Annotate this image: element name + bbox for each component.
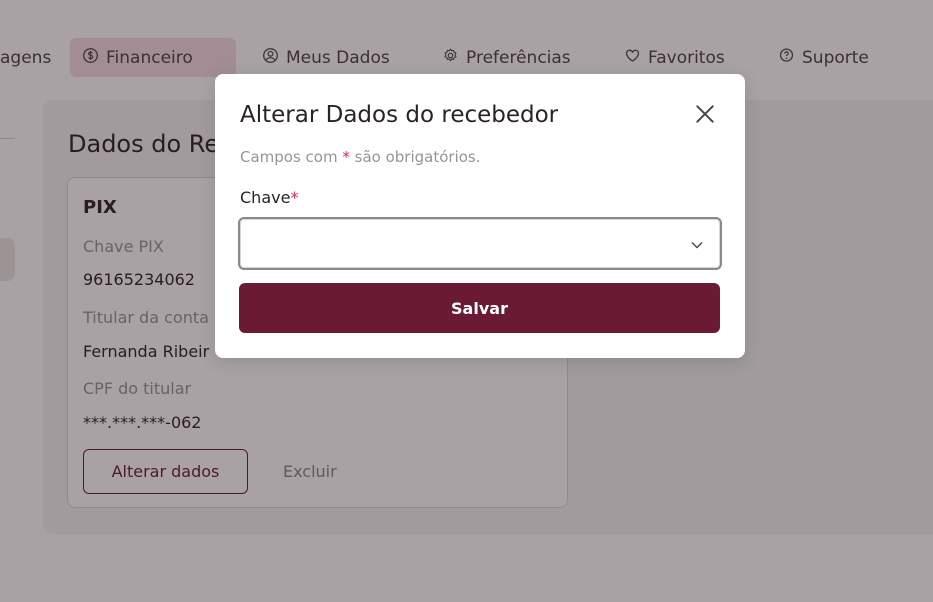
required-fields-note: Campos com * são obrigatórios.: [240, 148, 481, 166]
chevron-down-icon: [690, 237, 704, 251]
close-icon[interactable]: [691, 100, 719, 128]
required-asterisk: *: [290, 188, 299, 207]
note-prefix: Campos com: [240, 148, 343, 166]
edit-recipient-modal: Alterar Dados do recebedor Campos com * …: [215, 74, 745, 358]
key-select[interactable]: [238, 217, 722, 270]
required-asterisk: *: [342, 148, 350, 166]
key-field-label: Chave*: [240, 188, 298, 207]
modal-title: Alterar Dados do recebedor: [240, 102, 559, 128]
key-label-text: Chave: [240, 188, 291, 207]
save-button[interactable]: Salvar: [239, 283, 720, 333]
note-suffix: são obrigatórios.: [349, 148, 481, 166]
